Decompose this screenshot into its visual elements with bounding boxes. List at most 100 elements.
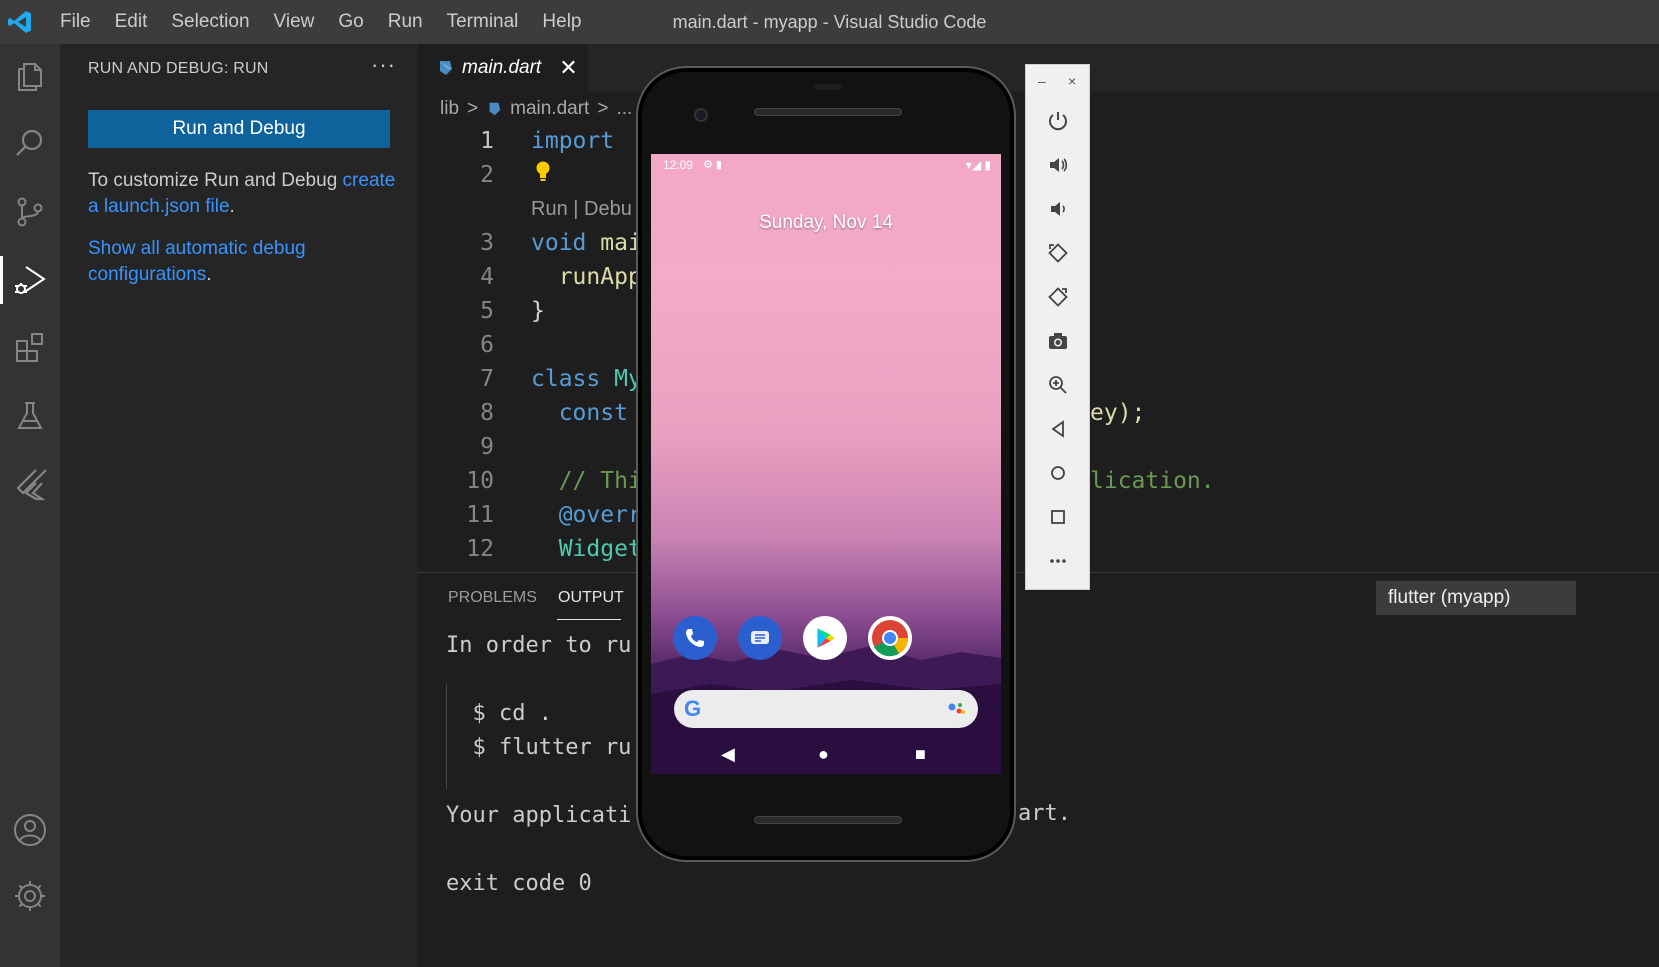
minimize-icon[interactable]: – <box>1038 73 1046 89</box>
messages-icon[interactable] <box>738 616 782 660</box>
code-text: runApp <box>531 260 642 294</box>
codelens-run-debug[interactable]: Run | Debu <box>531 192 632 226</box>
code-token: void <box>531 230 587 256</box>
testing-icon[interactable] <box>0 386 60 446</box>
output-line: Your applicati <box>446 803 632 828</box>
more-actions-icon[interactable]: ··· <box>371 52 396 78</box>
code-token: } <box>531 298 545 324</box>
emulator-toolbar: – × <box>1025 64 1090 590</box>
breadcrumb: lib > main.dart > ... <box>440 98 632 120</box>
phone-icon[interactable] <box>673 616 717 660</box>
line-number: 7 <box>480 366 494 392</box>
overview-icon[interactable] <box>1044 503 1072 531</box>
breadcrumb-file[interactable]: main.dart <box>510 98 589 120</box>
lockscreen-date: Sunday, Nov 14 <box>759 212 893 233</box>
sidebar-header: RUN AND DEBUG: RUN <box>88 60 269 77</box>
menu-edit[interactable]: Edit <box>103 11 160 33</box>
rotate-left-icon[interactable] <box>1044 239 1072 267</box>
status-wifi-battery-icon: ▾◢ ▮ <box>965 158 991 172</box>
output-line: exit code 0 <box>446 871 592 896</box>
back-icon[interactable] <box>1044 415 1072 443</box>
menu-terminal[interactable]: Terminal <box>435 11 531 33</box>
nav-back-icon[interactable]: ◀ <box>721 744 735 765</box>
menu-help[interactable]: Help <box>530 11 593 33</box>
breadcrumb-separator: > <box>467 98 479 119</box>
dart-file-icon <box>440 61 452 75</box>
menu-file[interactable]: File <box>48 11 103 33</box>
chrome-icon[interactable] <box>868 616 912 660</box>
google-assistant-icon[interactable] <box>948 702 966 716</box>
source-control-icon[interactable] <box>0 182 60 242</box>
extensions-icon[interactable] <box>0 318 60 378</box>
explorer-icon[interactable] <box>0 46 60 106</box>
customize-text: To customize Run and Debug create a laun… <box>88 168 398 220</box>
run-debug-icon[interactable] <box>0 250 60 310</box>
phone-sensor <box>814 84 842 90</box>
line-number: 11 <box>466 502 494 528</box>
show-all-debug-configs-link[interactable]: Show all automatic debug configurations <box>88 238 306 285</box>
close-icon[interactable]: ✕ <box>559 55 577 81</box>
menu-selection[interactable]: Selection <box>159 11 261 33</box>
code-token: // Thi <box>558 468 642 494</box>
code-text: } <box>531 294 545 328</box>
dart-file-icon <box>489 102 501 116</box>
lightbulb-icon[interactable] <box>534 160 552 188</box>
output-line: $ cd . <box>446 701 552 726</box>
menu-go[interactable]: Go <box>326 11 375 33</box>
menu-run[interactable]: Run <box>376 11 435 33</box>
run-and-debug-button[interactable]: Run and Debug <box>88 110 390 148</box>
android-emulator[interactable]: 12:09 ⚙ ▮ ▾◢ ▮ Sunday, Nov 14 G ◀ ● ■ <box>636 66 1016 862</box>
breadcrumb-symbol[interactable]: ... <box>616 98 632 120</box>
screenshot-icon[interactable] <box>1044 327 1072 355</box>
code-text: import <box>531 124 614 158</box>
more-icon[interactable] <box>1044 547 1072 575</box>
breadcrumb-lib[interactable]: lib <box>440 98 459 120</box>
tab-problems[interactable]: PROBLEMS <box>448 589 537 607</box>
volume-up-icon[interactable] <box>1044 151 1072 179</box>
play-store-icon[interactable] <box>803 616 847 660</box>
rotate-right-icon[interactable] <box>1044 283 1072 311</box>
menu-view[interactable]: View <box>262 11 327 33</box>
zoom-icon[interactable] <box>1044 371 1072 399</box>
code-text: @overr <box>531 498 642 532</box>
run-debug-sidebar: RUN AND DEBUG: RUN ··· Run and Debug To … <box>60 44 418 967</box>
status-time: 12:09 <box>663 158 694 172</box>
tab-label: main.dart <box>462 57 542 78</box>
code-token: class <box>531 366 601 392</box>
activity-bar <box>0 44 60 967</box>
line-number: 6 <box>480 332 494 358</box>
code-token: import <box>531 128 615 154</box>
code-fragment-line8: ey); <box>1090 400 1146 426</box>
phone-camera <box>694 108 708 122</box>
output-channel-select[interactable]: flutter (myapp) <box>1376 581 1576 615</box>
settings-gear-icon[interactable] <box>0 866 60 926</box>
vscode-logo-icon <box>2 0 38 44</box>
code-token: @overr <box>558 502 642 528</box>
customize-label: To customize Run and Debug <box>88 170 343 191</box>
line-number: 2 <box>480 162 494 188</box>
google-g-icon: G <box>684 696 702 721</box>
phone-speaker-top <box>754 108 902 116</box>
active-tab-underline <box>557 619 621 620</box>
close-icon[interactable]: × <box>1068 73 1076 89</box>
tab-output[interactable]: OUTPUT <box>558 589 624 607</box>
nav-home-icon[interactable]: ● <box>818 744 829 765</box>
search-icon[interactable] <box>0 114 60 174</box>
line-number: 12 <box>466 536 494 562</box>
volume-down-icon[interactable] <box>1044 195 1072 223</box>
code-token: runApp <box>558 264 642 290</box>
menu-bar: File Edit Selection View Go Run Terminal… <box>48 11 594 33</box>
google-search-bar[interactable]: G <box>674 690 978 728</box>
power-icon[interactable] <box>1044 107 1072 135</box>
home-icon[interactable] <box>1044 459 1072 487</box>
tab-main-dart[interactable]: main.dart ✕ <box>418 44 588 92</box>
nav-overview-icon[interactable]: ■ <box>915 744 926 765</box>
account-icon[interactable] <box>0 800 60 860</box>
status-settings-icon: ⚙ ▮ <box>703 159 722 171</box>
flutter-icon[interactable] <box>0 454 60 514</box>
emulator-screen[interactable]: 12:09 ⚙ ▮ ▾◢ ▮ Sunday, Nov 14 G ◀ ● ■ <box>651 154 1001 774</box>
